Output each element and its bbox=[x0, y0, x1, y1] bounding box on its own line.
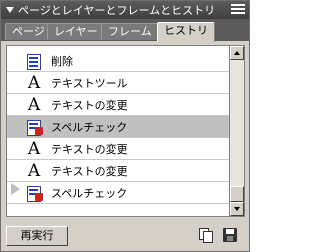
panel-menu-icon[interactable] bbox=[231, 4, 245, 16]
history-scrollbar[interactable] bbox=[230, 45, 245, 217]
text-tool-icon: A bbox=[27, 94, 41, 115]
panel-footer: 再実行 bbox=[1, 219, 249, 252]
save-as-command-icon[interactable] bbox=[223, 228, 237, 242]
history-item[interactable]: A テキストの変更 bbox=[7, 138, 229, 160]
panel-titlebar[interactable]: ページとレイヤーとフレームとヒストリ bbox=[1, 1, 249, 19]
spell-check-icon bbox=[25, 185, 43, 202]
history-list: 削除 A テキストツール A テキストの変更 スペルチェック A テキストの変更… bbox=[6, 45, 230, 217]
history-item[interactable]: A テキストの変更 bbox=[7, 94, 229, 116]
history-item[interactable]: 削除 bbox=[7, 50, 229, 72]
scroll-up-button[interactable] bbox=[230, 46, 244, 60]
scroll-down-button[interactable] bbox=[230, 202, 244, 216]
history-panel: ページとレイヤーとフレームとヒストリ ページ レイヤー フレーム ヒストリ 削除… bbox=[0, 0, 250, 252]
document-icon bbox=[25, 53, 43, 70]
history-slider-pointer[interactable] bbox=[11, 183, 20, 195]
history-item-selected[interactable]: スペルチェック bbox=[7, 116, 229, 138]
history-item[interactable]: A テキストの変更 bbox=[7, 160, 229, 182]
history-item-label: テキストの変更 bbox=[51, 164, 128, 178]
tab-pages[interactable]: ページ bbox=[5, 23, 52, 40]
tab-frames[interactable]: フレーム bbox=[101, 23, 159, 40]
tab-layers[interactable]: レイヤー bbox=[47, 23, 105, 40]
tab-history[interactable]: ヒストリ bbox=[157, 22, 215, 42]
text-tool-icon: A bbox=[27, 160, 41, 181]
scroll-thumb[interactable] bbox=[230, 186, 244, 202]
panel-tabs: ページ レイヤー フレーム ヒストリ bbox=[1, 19, 249, 42]
history-item-label: スペルチェック bbox=[51, 120, 128, 134]
copy-steps-icon[interactable] bbox=[199, 228, 213, 243]
history-item[interactable]: A テキストツール bbox=[7, 72, 229, 94]
redo-button[interactable]: 再実行 bbox=[6, 226, 68, 246]
spell-check-icon bbox=[25, 119, 43, 136]
history-item-label: テキストの変更 bbox=[51, 142, 128, 156]
history-item-label: テキストツール bbox=[51, 76, 128, 90]
history-item-label: テキストの変更 bbox=[51, 98, 128, 112]
history-item[interactable]: スペルチェック bbox=[7, 182, 229, 204]
text-tool-icon: A bbox=[27, 72, 41, 93]
text-tool-icon: A bbox=[27, 138, 41, 159]
history-item-label: スペルチェック bbox=[51, 186, 128, 200]
panel-title: ページとレイヤーとフレームとヒストリ bbox=[18, 4, 216, 17]
history-item-label: 削除 bbox=[51, 54, 73, 68]
collapse-triangle-icon[interactable] bbox=[6, 7, 14, 13]
